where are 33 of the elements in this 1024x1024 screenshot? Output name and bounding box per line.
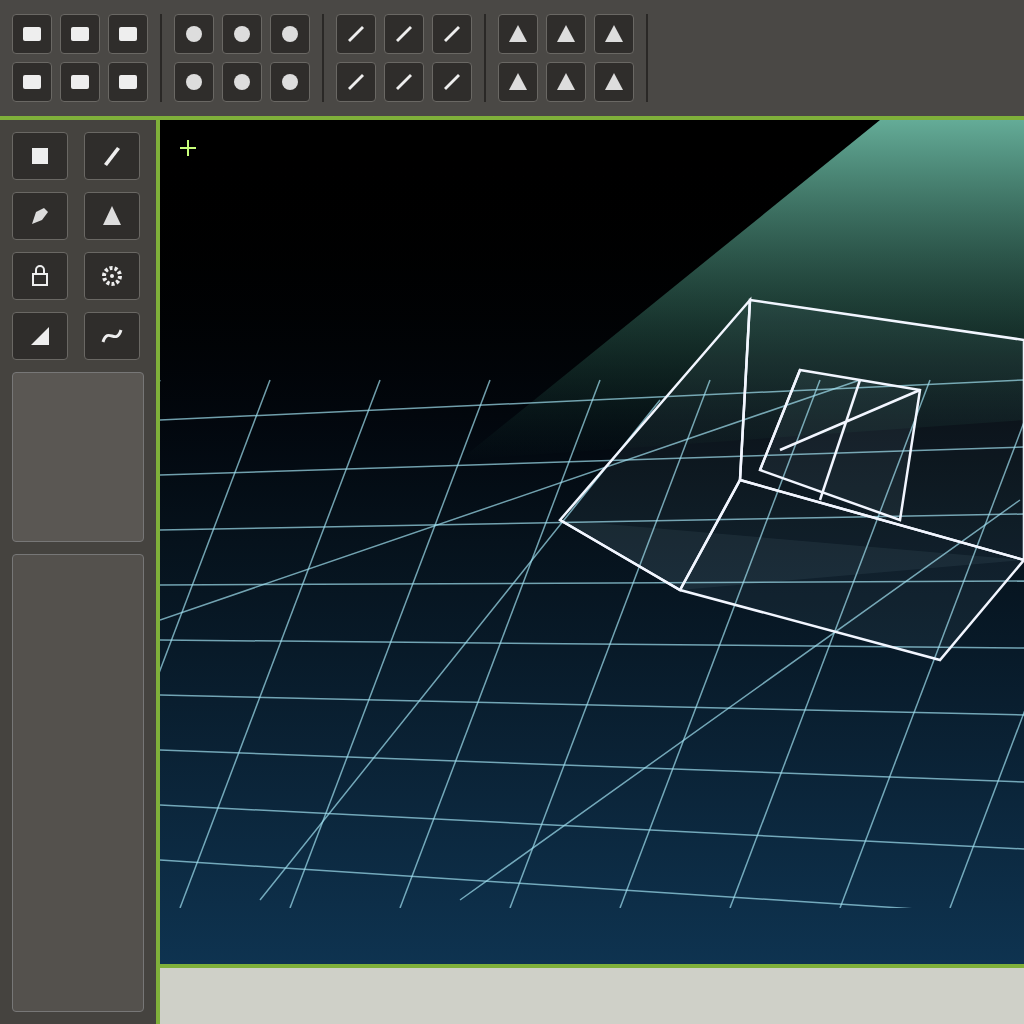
tool-button[interactable] (336, 62, 376, 102)
tool-button[interactable] (174, 14, 214, 54)
tool-button[interactable] (84, 252, 140, 300)
tool-button[interactable] (12, 132, 68, 180)
tool-button[interactable] (60, 62, 100, 102)
tool-button[interactable] (270, 14, 310, 54)
tool-button[interactable] (12, 14, 52, 54)
tool-button[interactable] (12, 192, 68, 240)
tool-button[interactable] (432, 62, 472, 102)
tool-button[interactable] (498, 14, 538, 54)
3d-viewport[interactable] (160, 120, 1024, 964)
tool-button[interactable] (222, 14, 262, 54)
tool-button[interactable] (174, 62, 214, 102)
tool-button[interactable] (222, 62, 262, 102)
tool-button[interactable] (60, 14, 100, 54)
tool-button[interactable] (336, 14, 376, 54)
tool-button[interactable] (498, 62, 538, 102)
tool-button[interactable] (546, 62, 586, 102)
tool-button[interactable] (84, 192, 140, 240)
tool-button[interactable] (12, 312, 68, 360)
tool-button[interactable] (12, 252, 68, 300)
tool-button[interactable] (546, 14, 586, 54)
tool-button[interactable] (594, 14, 634, 54)
tool-button[interactable] (384, 14, 424, 54)
tool-button[interactable] (384, 62, 424, 102)
tool-button[interactable] (432, 14, 472, 54)
tool-button[interactable] (84, 312, 140, 360)
tool-button[interactable] (84, 132, 140, 180)
tool-button[interactable] (12, 62, 52, 102)
tool-button[interactable] (594, 62, 634, 102)
tool-button[interactable] (108, 14, 148, 54)
tool-button[interactable] (108, 62, 148, 102)
tool-button[interactable] (270, 62, 310, 102)
